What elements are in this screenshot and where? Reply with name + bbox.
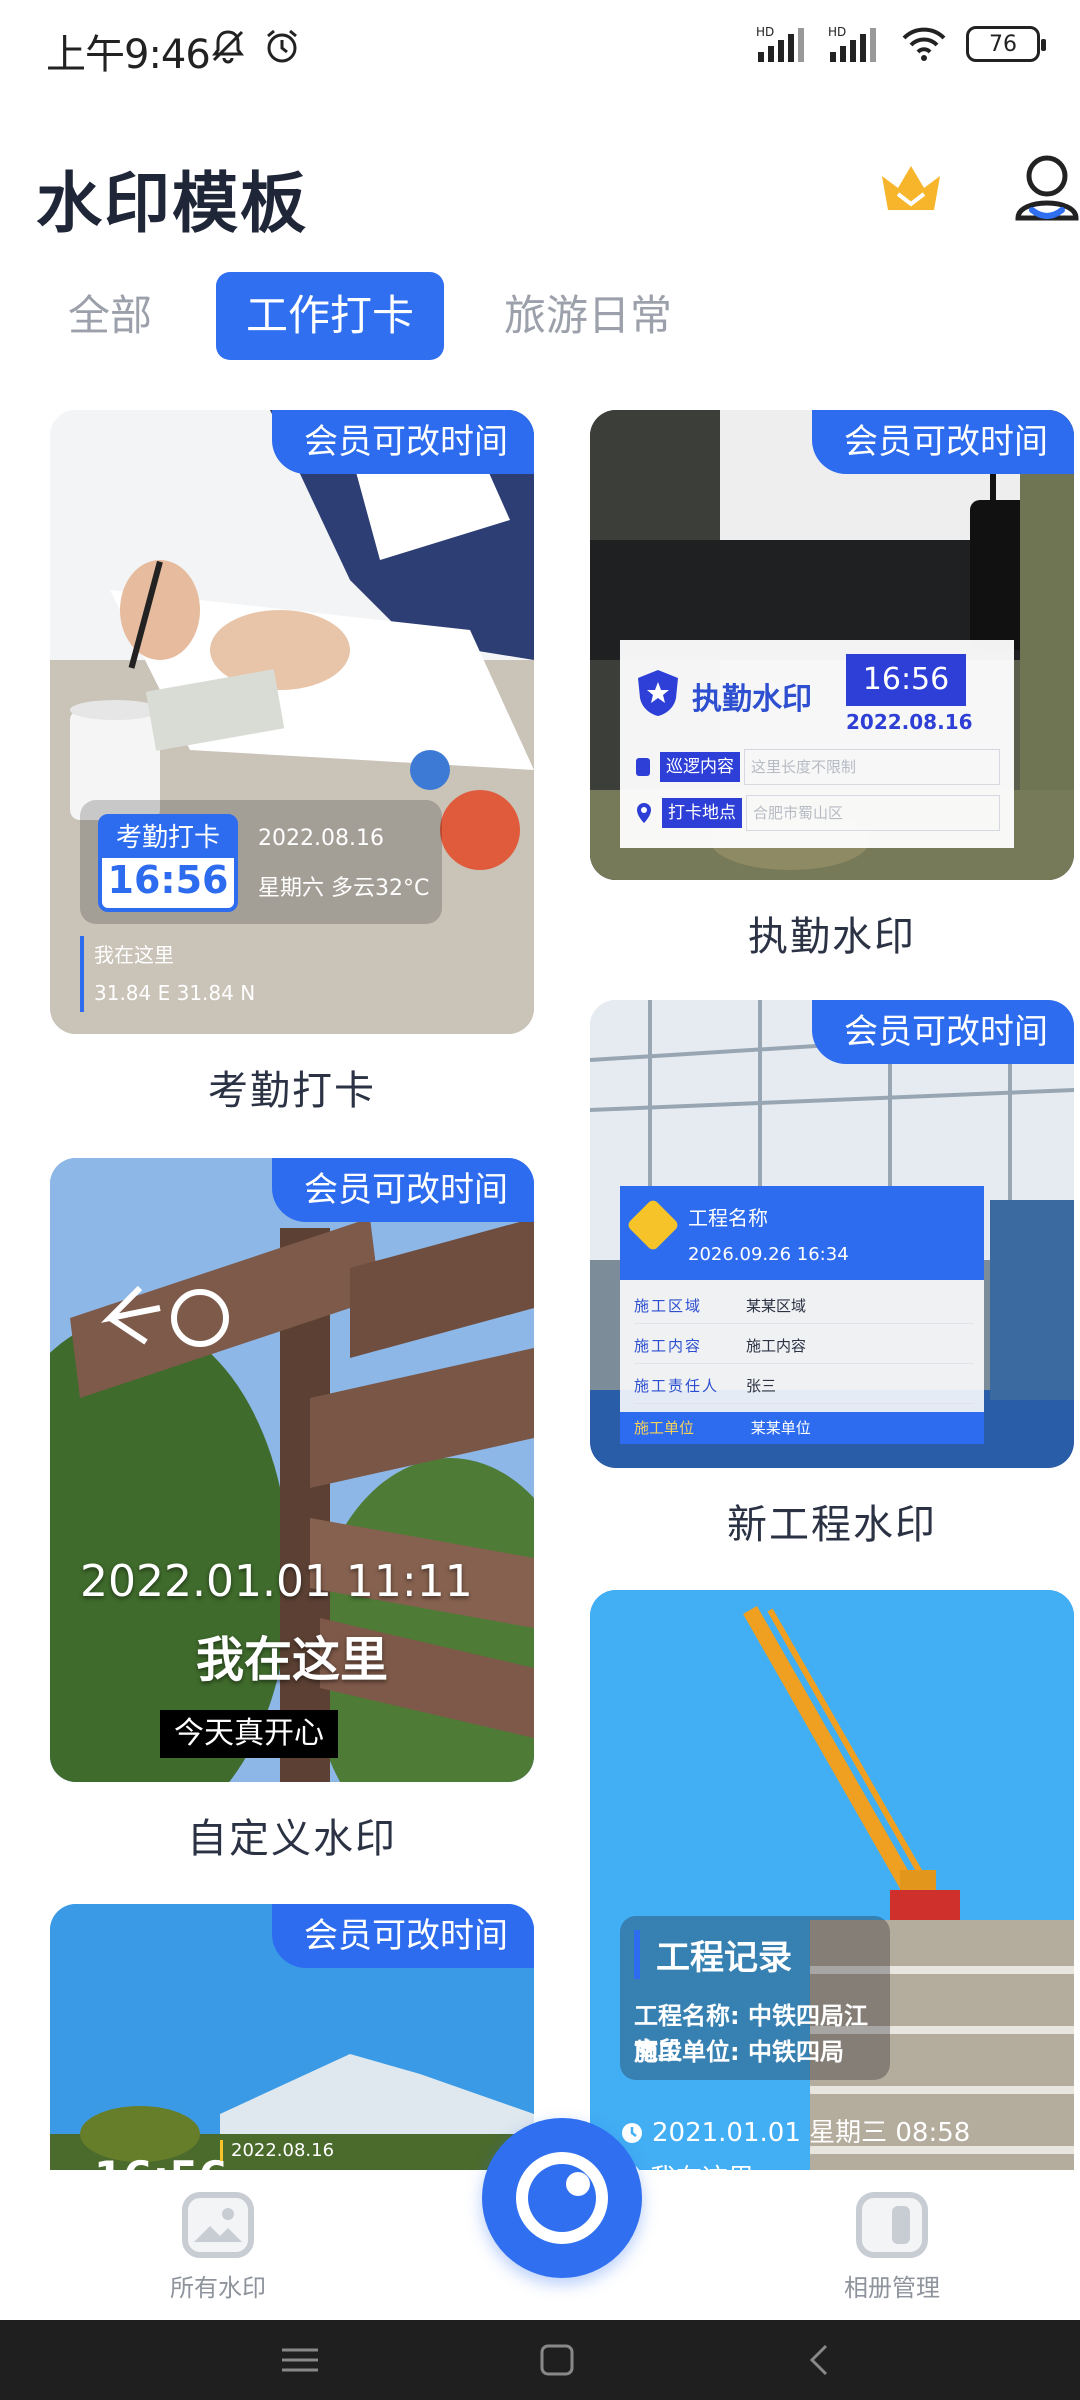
stamp-title: 考勤打卡 — [102, 818, 234, 858]
watermark-header: 工程名称 2026.09.26 16:34 — [620, 1186, 984, 1280]
template-card-custom[interactable]: 会员可改时间 2022.01.01 11:11 我在这里 今天真开心 — [50, 1158, 534, 1782]
nav-all-watermarks[interactable]: 所有水印 — [170, 2192, 266, 2303]
row-value: 张三 — [746, 1377, 777, 1395]
signal-icon-2: HD — [828, 25, 876, 62]
wrench-sign-icon — [626, 1198, 680, 1252]
menu-icon[interactable] — [280, 2342, 320, 2378]
svg-text:HD: HD — [828, 25, 846, 39]
home-icon[interactable] — [538, 2342, 578, 2378]
template-card-attendance[interactable]: 会员可改时间 考勤打卡 16:56 2022.08.16 星期六 多云32°C … — [50, 410, 534, 1034]
battery-level: 76 — [989, 31, 1017, 57]
row-value: 施工内容 — [746, 1337, 807, 1355]
card-caption-attendance: 考勤打卡 — [208, 1068, 376, 1114]
vip-time-badge: 会员可改时间 — [272, 1904, 534, 1968]
watermark-date: 2022.08.16 — [258, 826, 384, 851]
record-datetime-text: 2021.01.01 星期三 08:58 — [652, 2118, 971, 2148]
doc-icon — [636, 758, 650, 776]
watermark-overlay: 执勤水印 16:56 2022.08.16 巡逻内容 这里长度不限制 打卡地点 … — [620, 640, 1014, 848]
wifi-icon — [902, 27, 946, 61]
camera-button[interactable] — [482, 2118, 642, 2278]
eng-row: 施工责任人 张三 — [634, 1368, 974, 1404]
watermark-overlay: 工程名称 2026.09.26 16:34 施工区域 某某区域 施工内容 施工内容 … — [620, 1186, 984, 1444]
eng-row: 施工内容 施工内容 — [634, 1328, 974, 1364]
duty-date: 2022.08.16 — [846, 710, 973, 734]
mute-bell-icon — [212, 30, 244, 64]
watermark-overlay: 考勤打卡 16:56 2022.08.16 星期六 多云32°C — [80, 800, 442, 924]
vip-time-badge: 会员可改时间 — [812, 1000, 1074, 1064]
duty-row-location: 打卡地点 合肥市蜀山区 — [636, 794, 1000, 832]
custom-datetime: 2022.01.01 11:11 — [80, 1556, 473, 1607]
vip-time-badge: 会员可改时间 — [272, 410, 534, 474]
status-bar: 上午9:46 HD HD 76 — [0, 0, 1080, 96]
card-caption-custom: 自定义水印 — [187, 1816, 397, 1862]
camera-lens-icon — [516, 2152, 608, 2244]
nav-label: 所有水印 — [170, 2274, 266, 2302]
tab-all[interactable]: 全部 — [40, 272, 182, 360]
mountain-date: 2022.08.16 — [220, 2140, 334, 2161]
nav-album-manage[interactable]: 相册管理 — [844, 2192, 940, 2303]
watermark-overlay: 工程记录 工程名称: 中铁四局江南段 施工单位: 中铁四局 — [620, 1916, 890, 2080]
location-block: 我在这里 31.84 E 31.84 N — [80, 936, 255, 1012]
duty-title: 执勤水印 — [692, 682, 812, 717]
tab-work-checkin[interactable]: 工作打卡 — [216, 272, 445, 360]
row-label: 施工责任人 — [634, 1377, 720, 1395]
project-name: 工程名称 — [688, 1206, 768, 1230]
row-label: 施工内容 — [634, 1337, 703, 1355]
vip-time-badge: 会员可改时间 — [812, 410, 1074, 474]
footer-label: 施工单位 — [634, 1419, 695, 1437]
battery-indicator: 76 — [966, 26, 1046, 62]
status-left-icons — [208, 26, 302, 66]
row-value: 合肥市蜀山区 — [746, 795, 1000, 831]
vip-time-badge: 会员可改时间 — [272, 1158, 534, 1222]
row-label: 施工区域 — [634, 1297, 703, 1315]
stamp-time: 16:56 — [107, 858, 229, 902]
location-coords: 31.84 E 31.84 N — [94, 981, 256, 1005]
footer-value: 某某单位 — [750, 1419, 811, 1437]
eng-row: 施工区域 某某区域 — [634, 1288, 974, 1324]
row-value: 这里长度不限制 — [744, 749, 1000, 785]
location-pin-icon — [637, 803, 651, 823]
gallery-icon — [182, 2192, 254, 2258]
project-datetime: 2026.09.26 16:34 — [688, 1244, 849, 1265]
watermark-weather: 星期六 多云32°C — [258, 876, 430, 901]
record-line2: 施工单位: 中铁四局 — [634, 2038, 844, 2066]
status-time: 上午9:46 — [46, 32, 211, 78]
signal-icon: HD — [756, 25, 804, 62]
location-title: 我在这里 — [94, 943, 174, 967]
custom-here: 我在这里 — [195, 1632, 388, 1688]
status-right-icons: HD HD 76 — [756, 24, 1046, 64]
checkin-stamp: 考勤打卡 16:56 — [98, 814, 238, 912]
page-title: 水印模板 — [36, 165, 308, 242]
duty-row-patrol: 巡逻内容 这里长度不限制 — [636, 748, 1000, 786]
shield-star-icon — [638, 670, 678, 716]
album-icon — [856, 2192, 928, 2258]
alarm-icon — [267, 29, 297, 63]
eng-footer: 施工单位 某某单位 — [620, 1412, 984, 1444]
row-label: 巡逻内容 — [660, 752, 740, 782]
vip-crown-icon[interactable] — [876, 158, 946, 220]
duty-time: 16:56 — [846, 654, 966, 706]
record-datetime: 2021.01.01 星期三 08:58 — [620, 2112, 970, 2149]
template-card-record[interactable]: 工程记录 工程名称: 中铁四局江南段 施工单位: 中铁四局 2021.01.01… — [590, 1590, 1074, 2230]
back-icon[interactable] — [800, 2342, 840, 2378]
tab-travel-daily[interactable]: 旅游日常 — [474, 272, 702, 360]
system-nav-bar — [0, 2320, 1080, 2400]
svg-text:HD: HD — [756, 25, 774, 39]
profile-icon[interactable] — [1012, 152, 1080, 226]
row-value: 某某区域 — [746, 1297, 807, 1315]
nav-label: 相册管理 — [844, 2274, 940, 2302]
card-caption-duty: 执勤水印 — [748, 914, 916, 960]
category-tabs: 全部 工作打卡 旅游日常 — [40, 272, 702, 360]
record-title: 工程记录 — [634, 1930, 792, 1979]
card-caption-engineering: 新工程水印 — [727, 1502, 937, 1548]
template-card-engineering[interactable]: 会员可改时间 工程名称 2026.09.26 16:34 施工区域 某某区域 施工… — [590, 1000, 1074, 1468]
template-card-duty[interactable]: 会员可改时间 执勤水印 16:56 2022.08.16 巡逻内容 这里长度不限… — [590, 410, 1074, 880]
row-label: 打卡地点 — [662, 798, 742, 828]
custom-mood: 今天真开心 — [160, 1710, 338, 1758]
